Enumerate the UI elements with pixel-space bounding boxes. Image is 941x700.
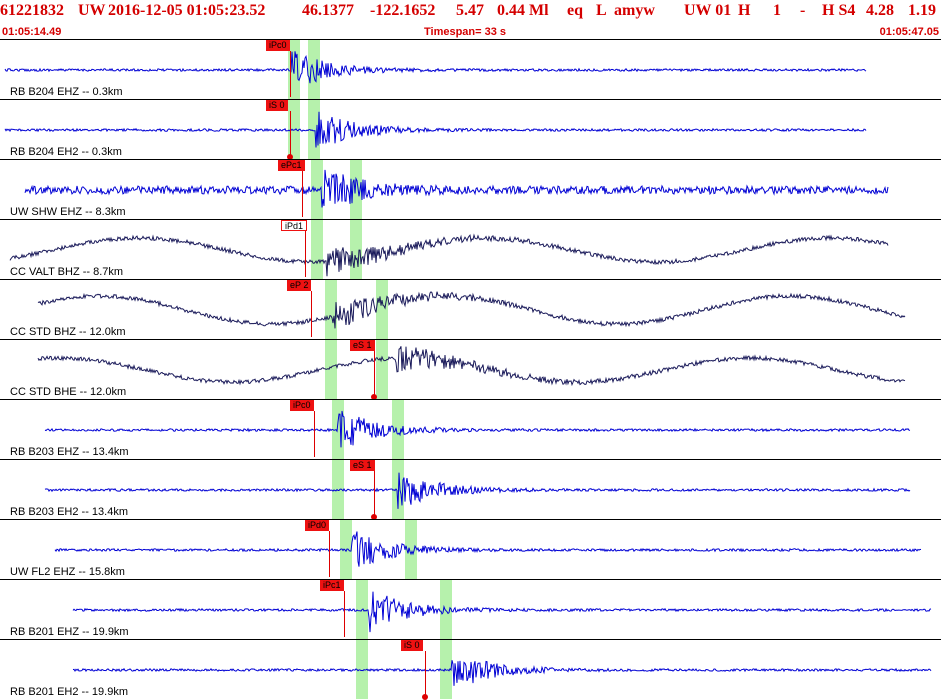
phase-pick-line[interactable] — [425, 651, 426, 697]
phase-pick-line[interactable] — [374, 351, 375, 397]
seismogram-panel[interactable]: ePc1 UW SHW EHZ -- 8.3km — [0, 159, 941, 219]
waveform-path — [24, 169, 889, 208]
seismogram-panel[interactable]: eS 1 RB B203 EH2 -- 13.4km — [0, 459, 941, 520]
channel-label: RB B201 EHZ -- 19.9km — [10, 626, 129, 638]
phase-pick-line[interactable] — [344, 591, 345, 637]
channel-label: RB B203 EH2 -- 13.4km — [10, 506, 128, 518]
channel-label: CC STD BHE -- 12.0km — [10, 386, 127, 398]
seismogram-panels: iPc0 RB B204 EHZ -- 0.3km iS 0 RB B204 EH2 … — [0, 39, 941, 700]
event-dash: - — [800, 2, 806, 19]
channel-label: RB B201 EH2 -- 19.9km — [10, 686, 128, 698]
waveform-trace — [72, 660, 932, 686]
phase-pick-marker — [422, 694, 428, 700]
phase-pick-flag[interactable]: iPc0 — [266, 40, 290, 51]
phase-pick-flag[interactable]: iPc0 — [290, 400, 314, 411]
phase-pick-flag[interactable]: iPd1 — [281, 220, 308, 231]
waveform-path — [54, 531, 922, 567]
phase-pick-flag[interactable]: eS 1 — [350, 460, 375, 471]
channel-label: UW SHW EHZ -- 8.3km — [10, 206, 126, 218]
waveform-trace — [9, 233, 889, 277]
event-network: UW — [78, 2, 106, 19]
channel-label: CC VALT BHZ -- 8.7km — [10, 266, 124, 278]
waveform-path — [44, 410, 911, 448]
seismogram-panel[interactable]: iPc0 RB B203 EHZ -- 13.4km — [0, 399, 941, 459]
seismogram-panel[interactable]: iS 0 RB B204 EH2 -- 0.3km — [0, 99, 941, 160]
seismogram-panel[interactable]: iS 0 RB B201 EH2 -- 19.9km — [0, 639, 941, 700]
waveform-path — [37, 346, 906, 387]
phase-pick-line[interactable] — [314, 411, 315, 457]
channel-label: RB B203 EHZ -- 13.4km — [10, 446, 129, 458]
event-lat: 46.1377 — [302, 2, 354, 19]
waveform-path — [4, 111, 867, 148]
phase-pick-flag[interactable]: iPc1 — [320, 580, 344, 591]
phase-pick-flag[interactable]: ePc1 — [278, 160, 305, 171]
phase-pick-line[interactable] — [302, 171, 303, 217]
waveform-trace — [37, 346, 906, 387]
phase-pick-line[interactable] — [329, 531, 330, 577]
seismogram-panel[interactable]: iPc0 RB B204 EHZ -- 0.3km — [0, 39, 941, 99]
channel-label: RB B204 EH2 -- 0.3km — [10, 146, 122, 158]
time-end: 01:05:47.05 — [879, 26, 939, 38]
phase-pick-flag[interactable]: iS 0 — [266, 100, 288, 111]
event-flag: L — [596, 2, 607, 19]
event-magnitude: 0.44 Ml — [497, 2, 549, 19]
waveform-trace — [4, 111, 867, 148]
seismogram-panel[interactable]: iPc1 RB B201 EHZ -- 19.9km — [0, 579, 941, 639]
waveform-path — [4, 51, 867, 84]
phase-pick-line[interactable] — [305, 231, 306, 277]
seismogram-panel[interactable]: eS 1 CC STD BHE -- 12.0km — [0, 339, 941, 400]
phase-pick-line[interactable] — [374, 471, 375, 517]
channel-label: UW FL2 EHZ -- 15.8km — [10, 566, 125, 578]
waveform-trace — [37, 291, 906, 329]
event-datetime: 2016-12-05 01:05:23.52 — [108, 2, 266, 19]
waveform-trace — [44, 410, 911, 448]
event-depth: 5.47 — [456, 2, 484, 19]
event-region: UW 01 — [684, 2, 732, 19]
event-quality: H — [738, 2, 751, 19]
phase-pick-flag[interactable]: iPd0 — [305, 520, 330, 531]
waveform-trace — [4, 51, 867, 84]
event-rms: 4.28 — [866, 2, 894, 19]
event-author: amyw — [614, 2, 655, 19]
event-id: 61221832 — [0, 2, 64, 19]
phase-pick-flag[interactable]: iS 0 — [401, 640, 423, 651]
phase-pick-line[interactable] — [290, 51, 291, 97]
event-err: 1.19 — [908, 2, 936, 19]
event-header: 61221832 UW 2016-12-05 01:05:23.52 46.13… — [0, 0, 941, 40]
seismogram-panel[interactable]: iPd1 CC VALT BHZ -- 8.7km — [0, 219, 941, 279]
event-lon: -122.1652 — [370, 2, 436, 19]
waveform-path — [44, 472, 911, 509]
time-start: 01:05:14.49 — [2, 26, 62, 38]
waveform-path — [72, 660, 932, 686]
waveform-path — [37, 291, 906, 329]
waveform-path — [9, 233, 889, 277]
phase-pick-flag[interactable]: eP 2 — [287, 280, 312, 291]
phase-pick-line[interactable] — [290, 111, 291, 157]
phase-pick-line[interactable] — [311, 291, 312, 337]
waveform-trace — [72, 591, 932, 633]
timespan: Timespan= 33 s — [424, 26, 507, 38]
event-count: 1 — [773, 2, 781, 19]
event-solution: H S4 — [822, 2, 856, 19]
phase-pick-flag[interactable]: eS 1 — [350, 340, 375, 351]
waveform-trace — [44, 472, 911, 509]
seismogram-panel[interactable]: iPd0 UW FL2 EHZ -- 15.8km — [0, 519, 941, 579]
seismogram-panel[interactable]: eP 2 CC STD BHZ -- 12.0km — [0, 279, 941, 339]
channel-label: RB B204 EHZ -- 0.3km — [10, 86, 123, 98]
waveform-path — [72, 591, 932, 633]
event-type: eq — [567, 2, 583, 19]
channel-label: CC STD BHZ -- 12.0km — [10, 326, 126, 338]
waveform-trace — [24, 169, 889, 208]
waveform-trace — [54, 531, 922, 567]
